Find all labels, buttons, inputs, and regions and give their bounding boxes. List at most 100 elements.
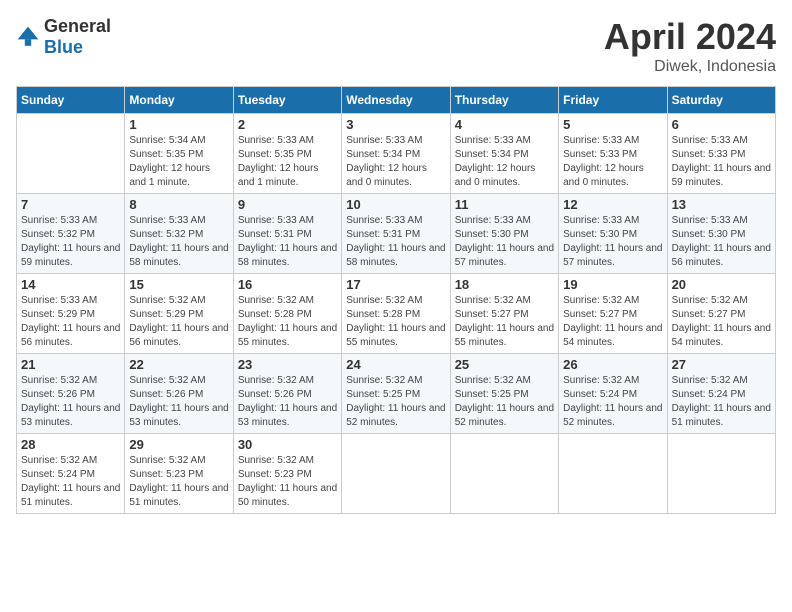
cell-info: Sunrise: 5:32 AMSunset: 5:23 PMDaylight:… <box>129 454 228 510</box>
col-header-wednesday: Wednesday <box>342 87 450 114</box>
calendar-cell: 29 Sunrise: 5:32 AMSunset: 5:23 PMDayligh… <box>125 434 233 514</box>
day-number: 22 <box>129 357 228 372</box>
calendar-cell: 9 Sunrise: 5:33 AMSunset: 5:31 PMDaylight… <box>233 194 341 274</box>
cell-info: Sunrise: 5:32 AMSunset: 5:26 PMDaylight:… <box>129 374 228 430</box>
header-row: SundayMondayTuesdayWednesdayThursdayFrid… <box>17 87 776 114</box>
calendar-cell: 5 Sunrise: 5:33 AMSunset: 5:33 PMDaylight… <box>559 114 667 194</box>
cell-info: Sunrise: 5:32 AMSunset: 5:23 PMDaylight:… <box>238 454 337 510</box>
calendar-cell: 28 Sunrise: 5:32 AMSunset: 5:24 PMDayligh… <box>17 434 125 514</box>
day-number: 18 <box>455 277 554 292</box>
calendar-week-1: 1 Sunrise: 5:34 AMSunset: 5:35 PMDaylight… <box>17 114 776 194</box>
cell-info: Sunrise: 5:33 AMSunset: 5:29 PMDaylight:… <box>21 294 120 350</box>
cell-info: Sunrise: 5:32 AMSunset: 5:26 PMDaylight:… <box>21 374 120 430</box>
cell-info: Sunrise: 5:33 AMSunset: 5:33 PMDaylight:… <box>563 134 662 190</box>
day-number: 3 <box>346 117 445 132</box>
day-number: 25 <box>455 357 554 372</box>
cell-info: Sunrise: 5:33 AMSunset: 5:30 PMDaylight:… <box>455 214 554 270</box>
cell-info: Sunrise: 5:32 AMSunset: 5:25 PMDaylight:… <box>455 374 554 430</box>
calendar-cell: 17 Sunrise: 5:32 AMSunset: 5:28 PMDayligh… <box>342 274 450 354</box>
cell-info: Sunrise: 5:32 AMSunset: 5:24 PMDaylight:… <box>672 374 771 430</box>
calendar-cell: 24 Sunrise: 5:32 AMSunset: 5:25 PMDayligh… <box>342 354 450 434</box>
page-header: General Blue April 2024 Diwek, Indonesia <box>16 16 776 76</box>
calendar-cell: 6Sunrise: 5:33 AMSunset: 5:33 PMDaylight… <box>667 114 775 194</box>
day-number: 23 <box>238 357 337 372</box>
calendar-week-4: 21 Sunrise: 5:32 AMSunset: 5:26 PMDayligh… <box>17 354 776 434</box>
cell-info: Sunrise: 5:32 AMSunset: 5:27 PMDaylight:… <box>672 294 771 350</box>
calendar-cell: 18 Sunrise: 5:32 AMSunset: 5:27 PMDayligh… <box>450 274 558 354</box>
calendar-cell <box>342 434 450 514</box>
logo: General Blue <box>16 16 111 58</box>
day-number: 28 <box>21 437 120 452</box>
calendar-cell: 8 Sunrise: 5:33 AMSunset: 5:32 PMDaylight… <box>125 194 233 274</box>
cell-info: Sunrise: 5:32 AMSunset: 5:24 PMDaylight:… <box>563 374 662 430</box>
calendar-cell: 11 Sunrise: 5:33 AMSunset: 5:30 PMDayligh… <box>450 194 558 274</box>
cell-info: Sunrise: 5:32 AMSunset: 5:27 PMDaylight:… <box>455 294 554 350</box>
calendar-cell: 2 Sunrise: 5:33 AMSunset: 5:35 PMDaylight… <box>233 114 341 194</box>
day-number: 1 <box>129 117 228 132</box>
day-number: 15 <box>129 277 228 292</box>
day-number: 5 <box>563 117 662 132</box>
title-area: April 2024 Diwek, Indonesia <box>604 16 776 76</box>
cell-info: Sunrise: 5:32 AMSunset: 5:24 PMDaylight:… <box>21 454 120 510</box>
cell-info: Sunrise: 5:33 AMSunset: 5:31 PMDaylight:… <box>238 214 337 270</box>
cell-info: Sunrise: 5:32 AMSunset: 5:27 PMDaylight:… <box>563 294 662 350</box>
logo-blue-text: Blue <box>44 37 83 57</box>
day-number: 20 <box>672 277 771 292</box>
calendar-cell: 27 Sunrise: 5:32 AMSunset: 5:24 PMDayligh… <box>667 354 775 434</box>
day-number: 13 <box>672 197 771 212</box>
calendar-cell: 14Sunrise: 5:33 AMSunset: 5:29 PMDayligh… <box>17 274 125 354</box>
day-number: 4 <box>455 117 554 132</box>
cell-info: Sunrise: 5:33 AMSunset: 5:30 PMDaylight:… <box>563 214 662 270</box>
calendar-week-3: 14Sunrise: 5:33 AMSunset: 5:29 PMDayligh… <box>17 274 776 354</box>
calendar-cell: 7 Sunrise: 5:33 AMSunset: 5:32 PMDaylight… <box>17 194 125 274</box>
cell-info: Sunrise: 5:33 AMSunset: 5:34 PMDaylight:… <box>346 134 445 190</box>
cell-info: Sunrise: 5:32 AMSunset: 5:25 PMDaylight:… <box>346 374 445 430</box>
calendar-cell <box>559 434 667 514</box>
day-number: 11 <box>455 197 554 212</box>
day-number: 16 <box>238 277 337 292</box>
day-number: 8 <box>129 197 228 212</box>
calendar-cell <box>17 114 125 194</box>
cell-info: Sunrise: 5:32 AMSunset: 5:28 PMDaylight:… <box>238 294 337 350</box>
calendar-cell: 30 Sunrise: 5:32 AMSunset: 5:23 PMDayligh… <box>233 434 341 514</box>
day-number: 21 <box>21 357 120 372</box>
calendar-cell: 25 Sunrise: 5:32 AMSunset: 5:25 PMDayligh… <box>450 354 558 434</box>
col-header-saturday: Saturday <box>667 87 775 114</box>
logo-general-text: General <box>44 16 111 36</box>
day-number: 27 <box>672 357 771 372</box>
calendar-cell: 16 Sunrise: 5:32 AMSunset: 5:28 PMDayligh… <box>233 274 341 354</box>
month-title: April 2024 <box>604 16 776 58</box>
logo-icon <box>16 25 40 49</box>
calendar-cell: 23 Sunrise: 5:32 AMSunset: 5:26 PMDayligh… <box>233 354 341 434</box>
day-number: 30 <box>238 437 337 452</box>
cell-info: Sunrise: 5:33 AMSunset: 5:30 PMDaylight:… <box>672 214 771 270</box>
calendar-cell: 20 Sunrise: 5:32 AMSunset: 5:27 PMDayligh… <box>667 274 775 354</box>
calendar-cell <box>450 434 558 514</box>
day-number: 9 <box>238 197 337 212</box>
calendar-cell: 10Sunrise: 5:33 AMSunset: 5:31 PMDayligh… <box>342 194 450 274</box>
col-header-thursday: Thursday <box>450 87 558 114</box>
cell-info: Sunrise: 5:33 AMSunset: 5:35 PMDaylight:… <box>238 134 337 190</box>
cell-info: Sunrise: 5:32 AMSunset: 5:26 PMDaylight:… <box>238 374 337 430</box>
calendar-cell: 13 Sunrise: 5:33 AMSunset: 5:30 PMDayligh… <box>667 194 775 274</box>
day-number: 29 <box>129 437 228 452</box>
location-title: Diwek, Indonesia <box>604 58 776 76</box>
cell-info: Sunrise: 5:34 AMSunset: 5:35 PMDaylight:… <box>129 134 228 190</box>
cell-info: Sunrise: 5:33 AMSunset: 5:31 PMDaylight:… <box>346 214 445 270</box>
calendar-table: SundayMondayTuesdayWednesdayThursdayFrid… <box>16 86 776 514</box>
day-number: 6 <box>672 117 771 132</box>
calendar-week-5: 28 Sunrise: 5:32 AMSunset: 5:24 PMDayligh… <box>17 434 776 514</box>
day-number: 2 <box>238 117 337 132</box>
day-number: 24 <box>346 357 445 372</box>
col-header-monday: Monday <box>125 87 233 114</box>
day-number: 19 <box>563 277 662 292</box>
calendar-week-2: 7 Sunrise: 5:33 AMSunset: 5:32 PMDaylight… <box>17 194 776 274</box>
cell-info: Sunrise: 5:32 AMSunset: 5:28 PMDaylight:… <box>346 294 445 350</box>
day-number: 7 <box>21 197 120 212</box>
calendar-cell: 1 Sunrise: 5:34 AMSunset: 5:35 PMDaylight… <box>125 114 233 194</box>
cell-info: Sunrise: 5:33 AMSunset: 5:32 PMDaylight:… <box>129 214 228 270</box>
day-number: 17 <box>346 277 445 292</box>
col-header-friday: Friday <box>559 87 667 114</box>
cell-info: Sunrise: 5:33 AMSunset: 5:32 PMDaylight:… <box>21 214 120 270</box>
calendar-cell <box>667 434 775 514</box>
